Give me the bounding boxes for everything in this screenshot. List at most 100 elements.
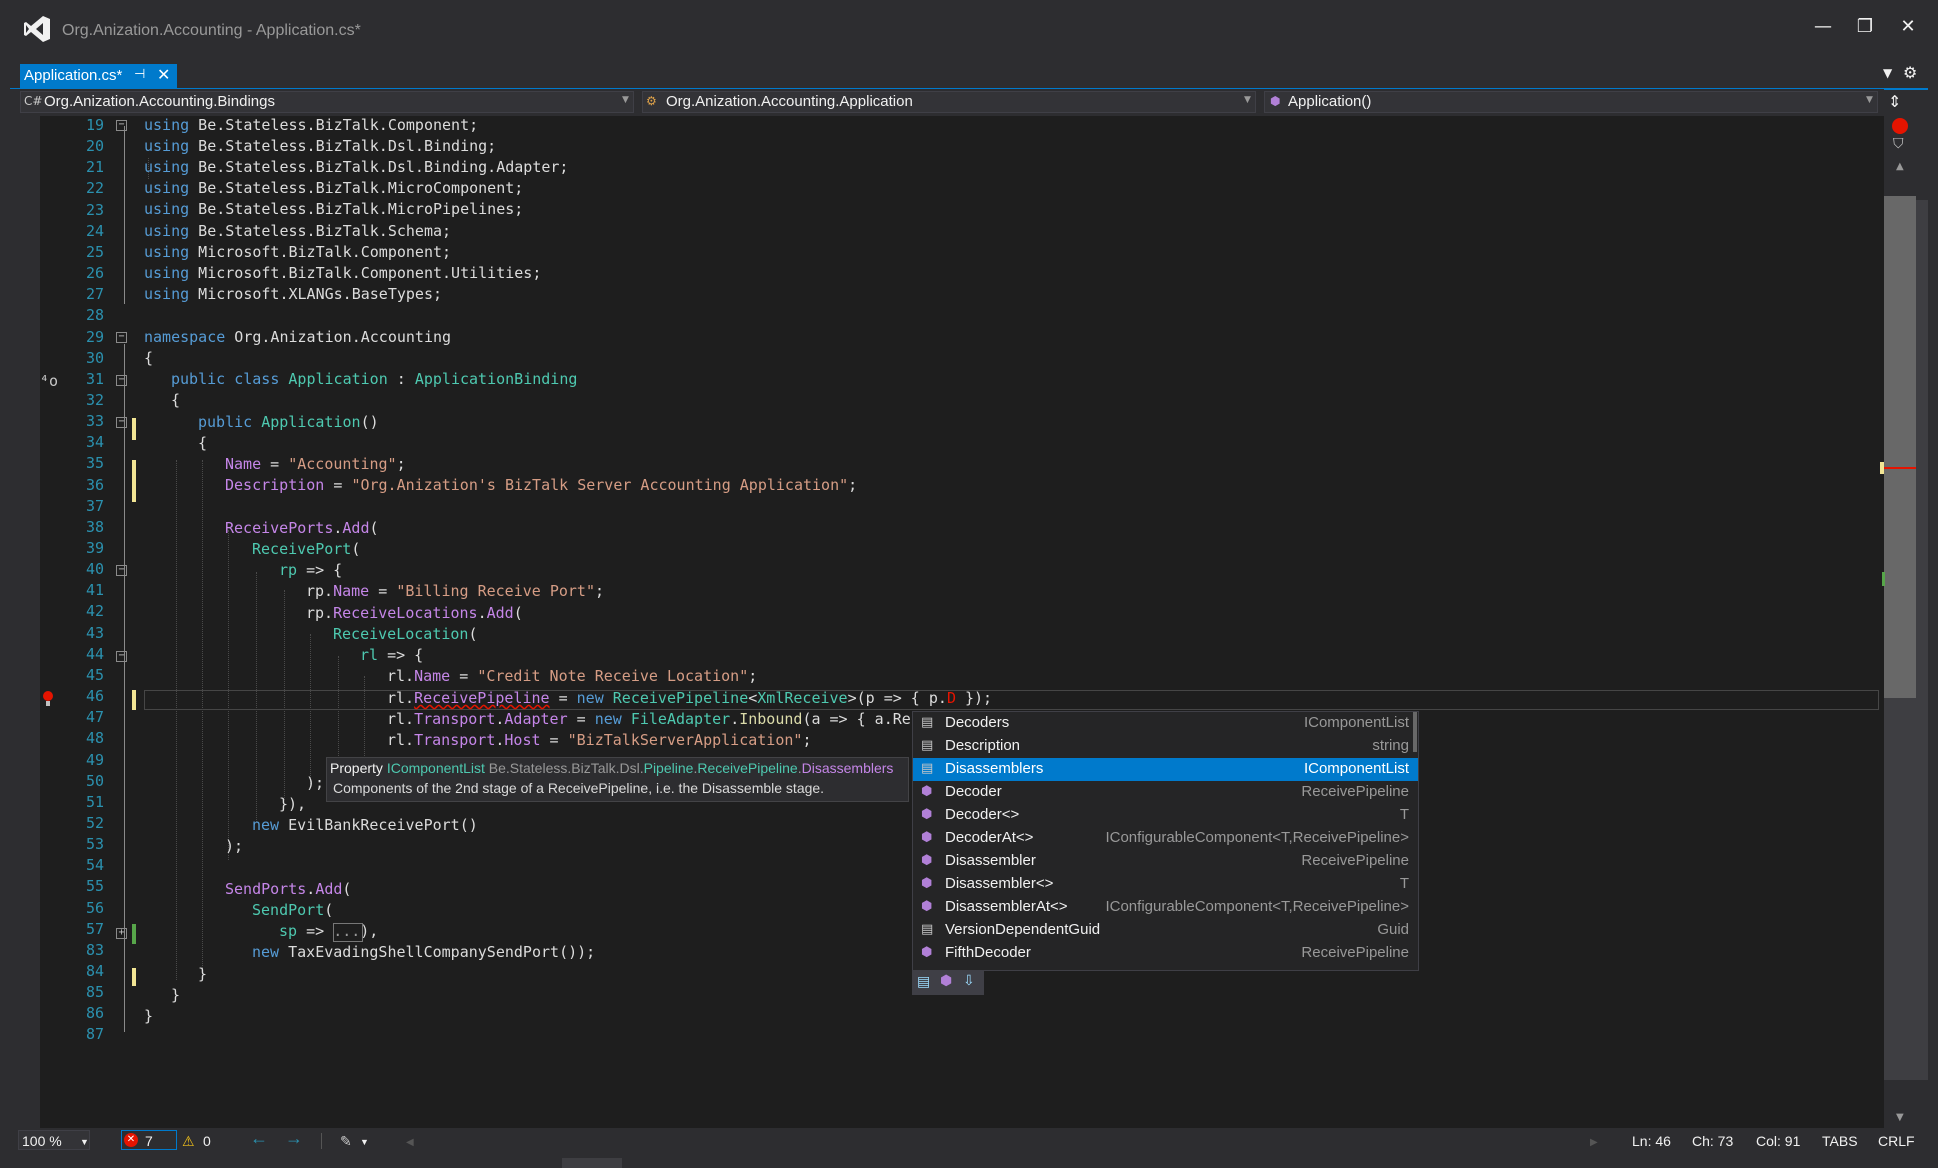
code-cleanup-icon[interactable]: ✎ [340,1133,352,1150]
zoom-level: 100 % [22,1133,62,1149]
collapsed-region-box[interactable] [333,923,363,942]
code-line-34: { [198,434,208,452]
code-line-50: ); [306,774,325,792]
property-icon: ▤ [921,738,934,753]
code-line-23: using Be.Stateless.BizTalk.MicroPipeline… [144,200,524,218]
navigate-forward-icon[interactable]: → [285,1128,303,1149]
code-line-19: using Be.Stateless.BizTalk.Component; [144,116,479,134]
line-ending-indicator[interactable]: CRLF [1878,1133,1915,1149]
line-number: 57 [85,919,104,938]
tabs-indicator[interactable]: TABS [1822,1133,1858,1149]
shield-icon: ⛉ [1893,136,1904,152]
line-number: 27 [85,285,104,304]
warning-icon[interactable]: ⚠ [182,1133,195,1150]
saved-change-marker [1882,572,1885,586]
line-number: 49 [85,750,104,769]
separator [321,1133,322,1149]
code-line-35: Name = "Accounting"; [225,455,406,473]
window-title: Org.Anization.Accounting - Application.c… [62,22,361,39]
scrollbar-thumb[interactable] [1884,196,1916,698]
scroll-up-icon[interactable]: ▲ [1896,161,1904,172]
code-line-30: { [144,349,154,367]
code-line-43: ReceiveLocation( [333,625,478,643]
minimize-button[interactable]: — [1808,14,1838,40]
member-dropdown-label: Application() [1288,93,1372,110]
line-number: 21 [85,158,104,177]
navigate-back-icon[interactable]: ← [250,1128,268,1149]
line-number: 36 [85,475,104,494]
tab-label: Application.cs* [24,67,123,84]
code-line-25: using Microsoft.BizTalk.Component; [144,243,452,261]
collapse-icon[interactable]: − [116,375,127,386]
property-icon: ▤ [921,761,934,776]
code-line-32: { [171,391,181,409]
collapse-icon[interactable]: − [116,417,127,428]
split-window-icon[interactable]: ⇕ [1888,92,1901,111]
property-icon: ▤ [921,922,934,937]
completion-item-type: IConfigurableComponent<T,ReceivePipeline… [1105,829,1409,846]
line-number: 83 [85,940,104,959]
scroll-left-icon[interactable]: ◀ [406,1137,414,1148]
line-number: 38 [85,517,104,536]
code-line-40: rp => { [279,561,343,579]
code-line-45: rl.Name = "Credit Note Receive Location"… [387,667,758,685]
completion-list-scrollbar[interactable] [1413,712,1417,752]
code-line-22: using Be.Stateless.BizTalk.MicroComponen… [144,179,524,197]
code-line-20: using Be.Stateless.BizTalk.Dsl.Binding; [144,137,497,155]
code-line-56: SendPort( [252,901,334,919]
expand-icon[interactable]: + [116,928,127,939]
unsaved-change-bar [132,418,136,440]
line-number: 31 [85,369,104,388]
scroll-right-icon[interactable]: ▶ [1590,1137,1598,1148]
completion-item-type: T [1399,875,1409,892]
extension-method-icon: ⬢ [921,830,933,845]
line-number: 87 [85,1025,104,1044]
collapse-icon[interactable]: − [116,565,127,576]
line-number: 55 [85,877,104,896]
completion-item-type: ReceivePipeline [1301,852,1409,869]
scroll-down-icon[interactable]: ▼ [1896,1112,1904,1123]
restore-button[interactable]: ❐ [1850,14,1880,40]
class-icon: ⚙ [646,94,657,108]
code-line-39: ReceivePort( [252,540,361,558]
tab-list-dropdown-icon[interactable]: ▼ [1883,66,1892,80]
code-line-26: using Microsoft.BizTalk.Component.Utilit… [144,264,542,282]
filter-unimported-icon[interactable]: ⇩ [963,973,975,989]
document-tab-strip [10,62,1928,90]
line-indicator: Ln: 46 [1632,1133,1671,1149]
char-indicator: Ch: 73 [1692,1133,1734,1149]
line-number: 19 [85,116,104,134]
filter-extension-methods-icon[interactable]: ⬢ [940,973,952,989]
code-line-29: namespace Org.Anization.Accounting [144,328,452,346]
chevron-down-icon: ▼ [80,1137,89,1147]
collapse-icon[interactable]: − [116,332,127,343]
line-number: 56 [85,898,104,917]
code-line-44: rl => { [360,646,424,664]
code-line-21: using Be.Stateless.BizTalk.Dsl.Binding.A… [144,158,569,176]
filter-properties-icon[interactable]: ▤ [917,974,930,990]
quick-info-description: Components of the 2nd stage of a Receive… [333,780,825,796]
column-indicator: Col: 91 [1756,1133,1801,1149]
warning-count: 0 [203,1133,211,1149]
code-line-52: new EvilBankReceivePort() [252,816,478,834]
code-line-41: rp.Name = "Billing Receive Port"; [306,582,605,600]
type-dropdown-label: Org.Anization.Accounting.Application [666,93,913,110]
close-window-button[interactable]: ✕ [1893,14,1923,40]
extension-method-icon: ⬢ [921,784,933,799]
code-line-83: new TaxEvadingShellCompanySendPort()); [252,943,596,961]
pin-tab-icon[interactable]: ⊣ [134,67,145,82]
line-number: 25 [85,242,104,261]
collapse-icon[interactable]: − [116,120,127,131]
horizontal-scrollbar-thumb[interactable] [562,1158,622,1168]
collapse-icon[interactable]: − [116,651,127,662]
completion-item-type: ReceivePipeline [1301,783,1409,800]
close-tab-icon[interactable]: ✕ [157,65,170,84]
quick-info-signature: Property IComponentList Be.Stateless.Biz… [330,760,894,776]
gear-icon[interactable]: ⚙ [1903,63,1917,82]
line-number: 43 [85,623,104,642]
error-indicator-icon[interactable] [1892,118,1908,134]
error-marker [1880,467,1916,469]
completion-item-name: Decoder [945,783,1002,800]
line-number: 30 [85,348,104,367]
line-number: 46 [85,687,104,706]
